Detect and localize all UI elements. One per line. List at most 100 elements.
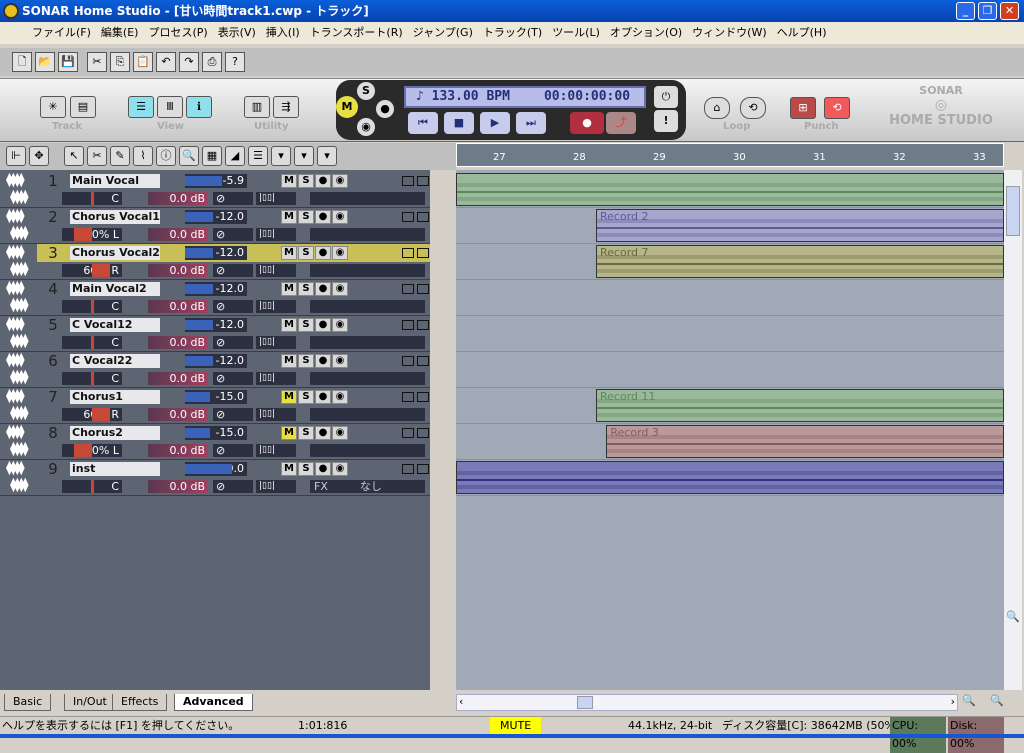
power-button[interactable]: ⏻ bbox=[654, 86, 678, 108]
menu-item[interactable]: 編集(E) bbox=[101, 26, 139, 39]
maximize-strip-icon[interactable] bbox=[417, 464, 429, 474]
track-tool-button[interactable]: ▾ bbox=[294, 146, 314, 166]
maximize-strip-icon[interactable] bbox=[417, 392, 429, 402]
track-tool-button[interactable]: ✂ bbox=[87, 146, 107, 166]
track-row[interactable]: ⧫⧫⧫⧫ ⧫⧫⧫⧫ 6 C Vocal22 -12.0 M S ● ◉ C 0.0 dB ⊘ |▯▯| bbox=[0, 352, 430, 388]
interleave-button[interactable]: |▯▯| bbox=[256, 192, 296, 205]
restore-strip-icon[interactable] bbox=[402, 176, 414, 186]
maximize-strip-icon[interactable] bbox=[417, 212, 429, 222]
arm-button[interactable]: ● bbox=[315, 318, 331, 332]
menu-item[interactable]: ファイル(F) bbox=[32, 26, 91, 39]
open-file-button[interactable]: 📂 bbox=[35, 52, 55, 72]
input-gain-slider[interactable]: 0.0 dB bbox=[148, 192, 208, 205]
loop-toggle-button[interactable]: ⟲ bbox=[740, 97, 766, 119]
interleave-button[interactable]: |▯▯| bbox=[256, 372, 296, 385]
audio-clip[interactable]: Record 11 bbox=[596, 389, 1004, 422]
menu-item[interactable]: ジャンプ(G) bbox=[413, 26, 473, 39]
solo-button[interactable]: S bbox=[298, 282, 314, 296]
phase-button[interactable]: ⊘ bbox=[213, 300, 253, 313]
tab-basic[interactable]: Basic bbox=[4, 694, 52, 711]
clips-pane[interactable]: Record 2 Record 7 Record 11 Record 3 bbox=[456, 170, 1004, 690]
copy-button[interactable]: ⎘ bbox=[110, 52, 130, 72]
restore-strip-icon[interactable] bbox=[402, 356, 414, 366]
audio-clip[interactable]: Record 3 bbox=[606, 425, 1004, 458]
volume-slider[interactable]: -5.9 bbox=[185, 174, 247, 188]
menu-item[interactable]: トラック(T) bbox=[483, 26, 542, 39]
solo-button[interactable]: S bbox=[298, 426, 314, 440]
pan-slider[interactable]: 60% L bbox=[62, 444, 122, 457]
fx-bin[interactable] bbox=[310, 192, 425, 205]
utility-button-1[interactable]: ▥ bbox=[244, 96, 270, 118]
track-tool-button[interactable]: ☰ bbox=[248, 146, 268, 166]
pan-slider[interactable]: 60% R bbox=[62, 264, 122, 277]
fx-bin[interactable] bbox=[310, 408, 425, 421]
maximize-button[interactable]: ❐ bbox=[978, 2, 997, 20]
solo-button[interactable]: S bbox=[298, 390, 314, 404]
scroll-right-icon[interactable]: › bbox=[951, 695, 955, 708]
arm-button[interactable]: ● bbox=[315, 390, 331, 404]
menu-item[interactable]: オプション(O) bbox=[610, 26, 682, 39]
menu-item[interactable]: ツール(L) bbox=[552, 26, 600, 39]
track-props-button[interactable]: ▤ bbox=[70, 96, 96, 118]
close-button[interactable]: ✕ bbox=[1000, 2, 1019, 20]
volume-slider[interactable]: -12.0 bbox=[185, 210, 247, 224]
zoom-out-icon[interactable]: 🔍 bbox=[962, 694, 976, 707]
zoom-in-vertical-icon[interactable]: 🔍 bbox=[1006, 610, 1020, 623]
maximize-strip-icon[interactable] bbox=[417, 284, 429, 294]
menu-item[interactable]: 挿入(I) bbox=[266, 26, 300, 39]
restore-strip-icon[interactable] bbox=[402, 464, 414, 474]
solo-master-button[interactable]: S bbox=[357, 82, 375, 100]
solo-button[interactable]: S bbox=[298, 246, 314, 260]
phase-button[interactable]: ⊘ bbox=[213, 264, 253, 277]
pan-slider[interactable]: 60% R bbox=[62, 408, 122, 421]
arm-button[interactable]: ● bbox=[315, 246, 331, 260]
fx-bin[interactable] bbox=[310, 444, 425, 457]
monitor-button[interactable]: ◉ bbox=[332, 282, 348, 296]
solo-button[interactable]: S bbox=[298, 462, 314, 476]
phase-button[interactable]: ⊘ bbox=[213, 444, 253, 457]
track-tool-button[interactable]: ↖ bbox=[64, 146, 84, 166]
fx-bin[interactable] bbox=[310, 228, 425, 241]
view-strips-button[interactable]: ☰ bbox=[128, 96, 154, 118]
mute-button[interactable]: M bbox=[281, 174, 297, 188]
input-gain-slider[interactable]: 0.0 dB bbox=[148, 444, 208, 457]
menu-item[interactable]: 表示(V) bbox=[218, 26, 256, 39]
solo-button[interactable]: S bbox=[298, 354, 314, 368]
volume-slider[interactable]: 0.0 bbox=[185, 462, 247, 476]
track-row[interactable]: ⧫⧫⧫⧫ ⧫⧫⧫⧫ 4 Main Vocal2 -12.0 M S ● ◉ C 0.0 dB ⊘ |▯▯… bbox=[0, 280, 430, 316]
mute-button[interactable]: M bbox=[281, 426, 297, 440]
help-button[interactable]: ? bbox=[225, 52, 245, 72]
track-tool-button[interactable]: ⌇ bbox=[133, 146, 153, 166]
view-inspector-button[interactable]: ℹ bbox=[186, 96, 212, 118]
punch-set-button[interactable]: ⊞ bbox=[790, 97, 816, 119]
maximize-strip-icon[interactable] bbox=[417, 356, 429, 366]
time-ruler[interactable]: 27 28 29 30 31 32 33 bbox=[456, 143, 1004, 167]
interleave-button[interactable]: |▯▯| bbox=[256, 336, 296, 349]
phase-button[interactable]: ⊘ bbox=[213, 372, 253, 385]
cut-button[interactable]: ✂ bbox=[87, 52, 107, 72]
record-button[interactable]: ● bbox=[570, 112, 604, 134]
phase-button[interactable]: ⊘ bbox=[213, 228, 253, 241]
track-row[interactable]: ⧫⧫⧫⧫ ⧫⧫⧫⧫ 1 Main Vocal -5.9 M S ● ◉ C 0.0 dB ⊘ |▯▯| bbox=[0, 172, 430, 208]
go-end-button[interactable]: ⏭ bbox=[516, 112, 546, 134]
audio-clip[interactable]: Record 2 bbox=[596, 209, 1004, 242]
maximize-strip-icon[interactable] bbox=[417, 428, 429, 438]
menu-item[interactable]: ヘルプ(H) bbox=[777, 26, 827, 39]
zoom-in-icon[interactable]: 🔍 bbox=[990, 694, 1004, 707]
redo-button[interactable]: ↷ bbox=[179, 52, 199, 72]
audio-clip[interactable]: Record 7 bbox=[596, 245, 1004, 278]
track-lane[interactable] bbox=[456, 316, 1004, 352]
print-button[interactable]: ⎙ bbox=[202, 52, 222, 72]
utility-button-2[interactable]: ⇶ bbox=[273, 96, 299, 118]
volume-slider[interactable]: -12.0 bbox=[185, 318, 247, 332]
pan-slider[interactable]: 60% L bbox=[62, 228, 122, 241]
track-name-field[interactable]: Chorus1 bbox=[70, 390, 160, 404]
fx-bin[interactable] bbox=[310, 372, 425, 385]
track-name-field[interactable]: C Vocal22 bbox=[70, 354, 160, 368]
track-tool-button[interactable]: ⓘ bbox=[156, 146, 176, 166]
monitor-button[interactable]: ◉ bbox=[332, 354, 348, 368]
insert-track-button[interactable]: ✳ bbox=[40, 96, 66, 118]
punch-toggle-button[interactable]: ⟲ bbox=[824, 97, 850, 119]
monitor-master-button[interactable]: ◉ bbox=[357, 118, 375, 136]
input-gain-slider[interactable]: 0.0 dB bbox=[148, 480, 208, 493]
